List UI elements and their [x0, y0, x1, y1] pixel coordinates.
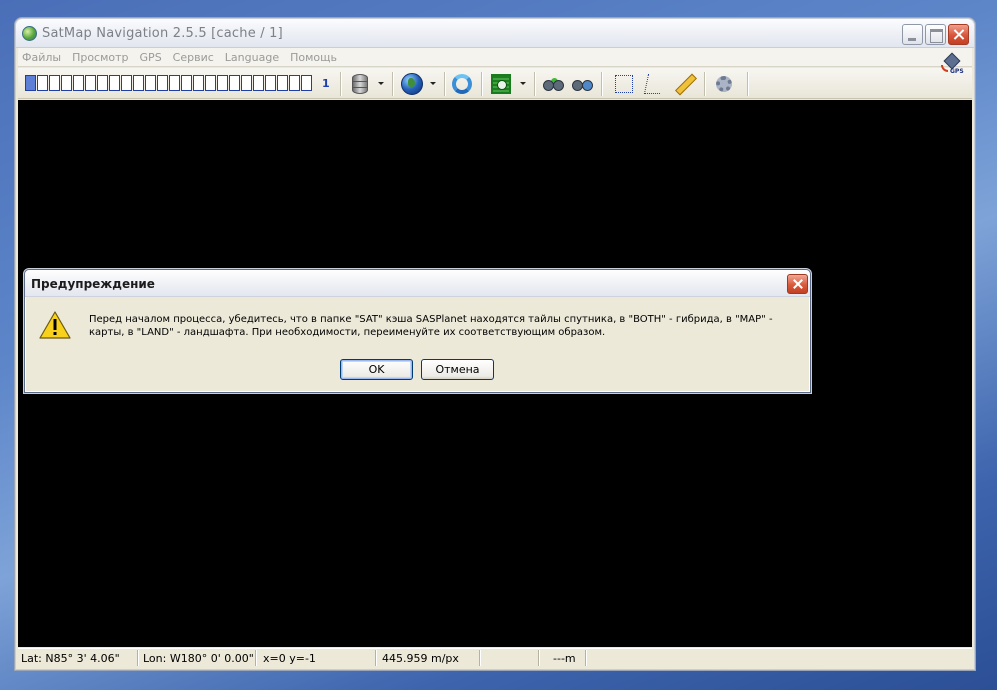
refresh-button[interactable]	[450, 72, 474, 96]
chevron-down-icon[interactable]	[430, 82, 436, 85]
menu-gps[interactable]: GPS	[140, 51, 162, 64]
status-latitude: Lat: N85° 3' 4.06"	[21, 652, 120, 665]
dialog-message: Перед началом процесса, убедитесь, что в…	[89, 314, 773, 338]
status-bar: Lat: N85° 3' 4.06" Lon: W180° 0' 0.00" x…	[18, 648, 972, 667]
zoom-segment[interactable]	[85, 75, 96, 91]
toolbar-separator	[534, 72, 535, 96]
zoom-segment[interactable]	[145, 75, 156, 91]
app-globe-icon	[22, 26, 37, 41]
status-divider	[375, 650, 376, 666]
menu-view[interactable]: Просмотр	[72, 51, 128, 64]
window-title: SatMap Navigation 2.5.5 [cache / 1]	[42, 26, 283, 41]
zoom-segment[interactable]	[169, 75, 180, 91]
zoom-level-label: 1	[322, 77, 330, 90]
zoom-segment[interactable]	[49, 75, 60, 91]
binoculars-go-icon	[543, 77, 564, 91]
dialog-title-bar[interactable]: Предупреждение	[25, 270, 810, 297]
zoom-segment[interactable]	[181, 75, 192, 91]
status-divider	[585, 650, 586, 666]
select-polygon-icon	[643, 74, 665, 94]
menu-help[interactable]: Помощь	[290, 51, 337, 64]
ruler-button[interactable]	[673, 72, 697, 96]
zoom-segment[interactable]	[289, 75, 300, 91]
gps-button[interactable]: GPS	[941, 52, 967, 79]
zoom-segment[interactable]	[109, 75, 120, 91]
go-to-button[interactable]	[541, 72, 565, 96]
status-divider	[137, 650, 138, 666]
toolbar-separator	[392, 72, 393, 96]
menu-bar: Файлы Просмотр GPS Сервис Language Помощ…	[18, 48, 972, 67]
maximize-button[interactable]	[925, 24, 946, 45]
cancel-button[interactable]: Отмена	[421, 359, 494, 380]
maximize-icon	[926, 25, 945, 44]
gps-label: GPS	[950, 68, 964, 75]
zoom-segment[interactable]	[157, 75, 168, 91]
zoom-segment[interactable]	[25, 75, 36, 91]
toolbar-separator	[444, 72, 445, 96]
close-button[interactable]	[948, 24, 969, 45]
map-source-button[interactable]	[400, 72, 424, 96]
minimize-icon	[903, 25, 922, 44]
zoom-segment[interactable]	[97, 75, 108, 91]
zoom-segment[interactable]	[205, 75, 216, 91]
zoom-segment[interactable]	[277, 75, 288, 91]
zoom-segment[interactable]	[265, 75, 276, 91]
zoom-segment[interactable]	[37, 75, 48, 91]
zoom-segment[interactable]	[253, 75, 264, 91]
globe-icon	[401, 73, 423, 95]
status-xy: x=0 y=-1	[263, 652, 316, 665]
chevron-down-icon[interactable]	[378, 82, 384, 85]
zoom-segment[interactable]	[133, 75, 144, 91]
ok-button[interactable]: OK	[340, 359, 413, 380]
cache-storage-button[interactable]	[348, 72, 372, 96]
zoom-segment[interactable]	[301, 75, 312, 91]
menu-service[interactable]: Сервис	[173, 51, 214, 64]
refresh-icon	[452, 74, 472, 94]
zoom-segment[interactable]	[121, 75, 132, 91]
warning-dialog: Предупреждение Перед началом процесса, у…	[24, 269, 811, 393]
layer-button[interactable]	[489, 72, 513, 96]
gps-signal-icon	[941, 65, 948, 72]
warning-icon	[39, 311, 71, 339]
layer-icon	[491, 74, 511, 94]
status-scale: 445.959 m/px	[382, 652, 459, 665]
menu-language[interactable]: Language	[225, 51, 279, 64]
close-icon	[949, 25, 968, 44]
status-divider	[538, 650, 539, 666]
toolbar-separator	[601, 72, 602, 96]
ruler-icon	[675, 73, 697, 96]
dialog-close-button[interactable]	[787, 274, 808, 294]
status-divider	[255, 650, 256, 666]
zoom-segment[interactable]	[241, 75, 252, 91]
status-distance: ---m	[553, 652, 576, 665]
toolbar-separator	[340, 72, 341, 96]
status-longitude: Lon: W180° 0' 0.00"	[143, 652, 254, 665]
title-bar[interactable]: SatMap Navigation 2.5.5 [cache / 1]	[16, 19, 974, 48]
toolbar-separator	[704, 72, 705, 96]
search-earth-button[interactable]	[570, 72, 594, 96]
zoom-segment[interactable]	[73, 75, 84, 91]
binoculars-earth-icon	[572, 77, 593, 91]
menu-files[interactable]: Файлы	[22, 51, 61, 64]
toolbar-separator	[747, 72, 748, 96]
select-rect-icon	[615, 75, 633, 93]
zoom-segment[interactable]	[229, 75, 240, 91]
zoom-slider[interactable]	[25, 75, 313, 91]
settings-button[interactable]	[712, 72, 736, 96]
minimize-button[interactable]	[902, 24, 923, 45]
storage-icon	[352, 74, 368, 94]
toolbar: 1	[18, 68, 972, 99]
zoom-segment[interactable]	[193, 75, 204, 91]
rect-select-button[interactable]	[612, 72, 636, 96]
chevron-down-icon[interactable]	[520, 82, 526, 85]
toolbar-separator	[481, 72, 482, 96]
status-divider	[479, 650, 480, 666]
polygon-select-button[interactable]	[642, 72, 666, 96]
zoom-segment[interactable]	[61, 75, 72, 91]
dialog-title: Предупреждение	[31, 277, 155, 291]
zoom-segment[interactable]	[217, 75, 228, 91]
settings-icon	[716, 76, 732, 92]
